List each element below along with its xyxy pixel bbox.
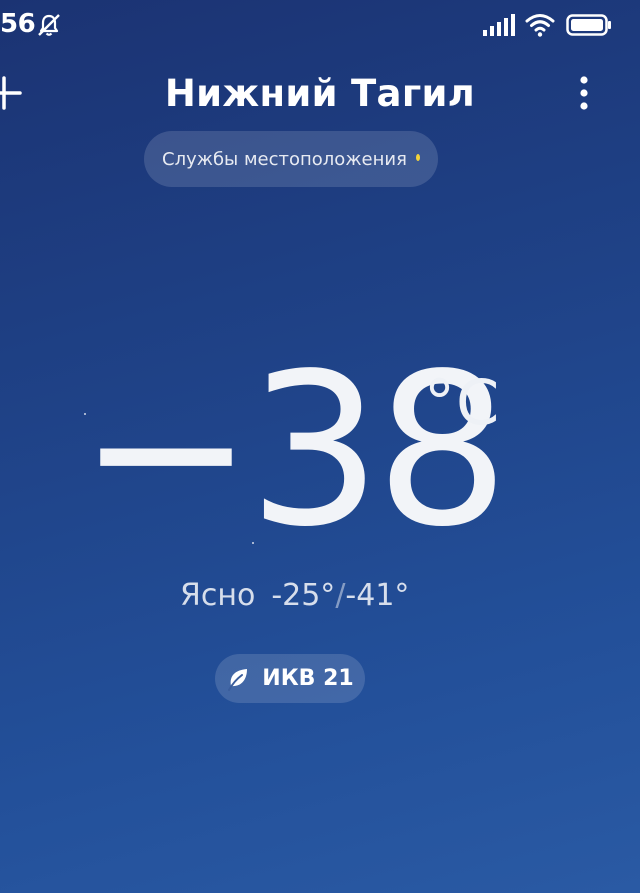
weather-condition: Ясно	[180, 578, 256, 613]
signal-icon	[483, 14, 515, 36]
status-time: 56	[0, 9, 36, 39]
temperature-low: -41°	[345, 578, 410, 613]
city-title: Нижний Тагил	[164, 72, 476, 115]
location-services-label: Службы местоположения	[162, 148, 407, 170]
location-status-dot	[415, 153, 420, 161]
temperature-high: -25°	[271, 578, 336, 613]
air-quality-label: ИКВ 21	[262, 666, 354, 691]
condition-line: Ясно -25°/-41°	[180, 578, 409, 613]
battery-icon	[566, 14, 611, 36]
status-bar: 56	[0, 0, 640, 52]
wifi-icon	[525, 14, 555, 37]
air-quality-pill[interactable]: ИКВ 21	[215, 654, 365, 703]
temperature-unit: °C	[424, 366, 501, 439]
more-vertical-icon[interactable]	[574, 74, 594, 114]
leaf-icon	[228, 668, 248, 691]
range-separator: /	[335, 578, 346, 613]
location-services-pill[interactable]: Службы местоположения	[144, 131, 438, 187]
muted-bell-icon	[38, 14, 60, 36]
